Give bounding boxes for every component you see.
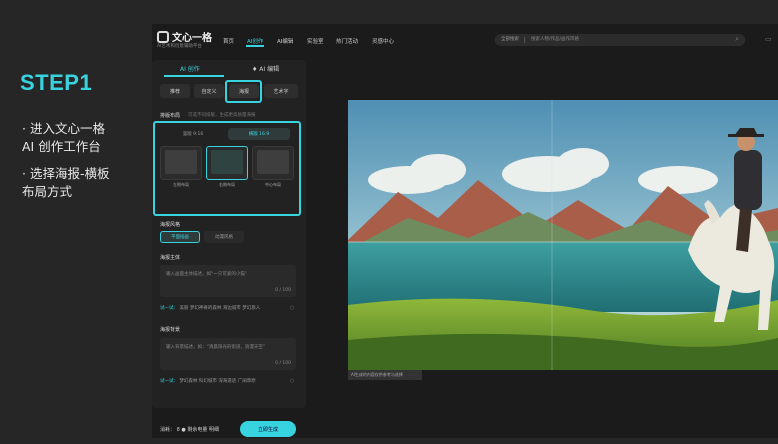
logo-title[interactable]: 文心一格 (172, 29, 212, 44)
layout-left[interactable]: 左侧布局 (160, 146, 202, 187)
generated-image (348, 100, 778, 370)
cost-value: 8 (176, 427, 180, 433)
app-window: 文心一格 AI艺术和创意辅助平台 首页 AI创作 AI编辑 实验室 热门活动 灵… (152, 24, 778, 438)
nav-inspiration[interactable]: 灵感中心 (372, 37, 394, 45)
instruction-1: · 进入文心一格 AI 创作工作台 (22, 120, 105, 156)
orientation-horizontal[interactable]: 横版 16:9 (228, 128, 290, 140)
tab-ai-edit[interactable]: ♦ AI 编辑 (252, 64, 279, 73)
background-tag[interactable]: 广阔草原 (238, 379, 256, 384)
tab-ai-create[interactable]: AI 创作 (180, 64, 200, 73)
layout-right-preview (211, 150, 243, 174)
layout-center[interactable]: 中心布局 (252, 146, 294, 187)
landscape-illustration (348, 100, 778, 370)
mode-custom-label: 自定义 (201, 88, 217, 95)
background-tag[interactable]: 科幻城市 (199, 379, 217, 384)
nav-ai-edit[interactable]: AI编辑 (277, 37, 293, 45)
background-placeholder: 输入背景描述，如：“清晨阳光的街道，浪漫天空” (166, 345, 266, 350)
subject-section-title: 海报主体 (160, 255, 181, 261)
orientation-vertical[interactable]: 竖版 9:16 (162, 128, 224, 140)
layout-left-label: 左侧布局 (173, 182, 189, 187)
subject-input[interactable]: 输入画面主体描述，如“一只可爱的小猫” 0 / 100 (160, 265, 296, 297)
logo-icon (157, 31, 169, 43)
background-tags-prefix: 试一试： (160, 379, 178, 384)
instruction-2-line1: · 选择海报-横板 (22, 166, 110, 181)
canvas-caption: AI生成的内容仅供参考与选择 (348, 370, 422, 380)
poster-highlight-box (225, 80, 262, 103)
orientation-vertical-label: 竖版 9:16 (182, 132, 204, 137)
layout-center-preview (257, 150, 289, 174)
nav-active-indicator (246, 45, 264, 47)
layout-right[interactable]: 右侧布局 (206, 146, 248, 187)
style-anime-label: 动漫风格 (215, 235, 233, 240)
search-divider (524, 37, 525, 43)
mode-art-text-label: 艺术字 (273, 88, 289, 95)
style-section-title: 海报风格 (160, 222, 181, 228)
subject-tag[interactable]: 梦幻旅人 (242, 306, 260, 311)
detail-link[interactable]: 明细 (209, 427, 219, 433)
subject-tags: 试一试： 美丽 梦幻神奇的森林 海边城市 梦幻旅人 (160, 305, 260, 311)
subject-count: 0 / 100 (275, 288, 291, 293)
top-bar: 文心一格 AI艺术和创意辅助平台 首页 AI创作 AI编辑 实验室 热门活动 灵… (152, 24, 778, 60)
subject-placeholder: 输入画面主体描述，如“一只可爱的小猫” (166, 272, 248, 277)
layout-section-subtitle: 可选不同排版，生成更高质量海报 (188, 113, 256, 118)
instruction-1-line2: AI 创作工作台 (22, 139, 101, 154)
energy-icon: ● (181, 427, 186, 433)
cost-info: 消耗： 8 ● 剩余电量 明细 (160, 426, 219, 433)
background-tag[interactable]: 梦幻森林 (179, 379, 197, 384)
mode-custom[interactable]: 自定义 (194, 84, 224, 98)
layout-section-title: 排版布局 (160, 113, 181, 119)
style-flat-label: 平面插画 (171, 235, 189, 240)
subject-tag[interactable]: 美丽 (179, 306, 188, 311)
style-anime[interactable]: 动漫风格 (204, 231, 244, 243)
style-flat-illustration[interactable]: 平面插画 (160, 231, 200, 243)
mode-recommend-label: 推荐 (169, 88, 180, 95)
side-panel: AI 创作 ♦ AI 编辑 推荐 自定义 海报 艺术字 排版布局 可选不同排版，… (152, 60, 306, 437)
nav-home[interactable]: 首页 (223, 37, 234, 45)
generate-button[interactable]: 立即生成 (240, 421, 296, 437)
search-icon[interactable]: ⌕ (735, 35, 739, 44)
background-tags: 试一试： 梦幻森林 科幻城市 深海遗迹 广阔草原 (160, 378, 256, 384)
search-input[interactable]: 搜索人物/作品/画作风格 (531, 36, 579, 42)
layout-right-label: 右侧布局 (219, 182, 235, 187)
background-count: 0 / 100 (275, 361, 291, 366)
refresh-icon[interactable]: ○ (290, 305, 294, 311)
nav-ai-create[interactable]: AI创作 (247, 37, 263, 45)
tab-active-indicator (164, 75, 224, 77)
orientation-horizontal-label: 横版 16:9 (248, 132, 270, 137)
instruction-1-line1: · 进入文心一格 (22, 121, 105, 136)
mode-art-text[interactable]: 艺术字 (264, 84, 298, 98)
subject-tag[interactable]: 海边城市 (223, 306, 241, 311)
logo-subtitle: AI艺术和创意辅助平台 (157, 44, 202, 49)
background-section-title: 海报背景 (160, 327, 181, 333)
subject-tag[interactable]: 梦幻神奇的森林 (190, 306, 222, 311)
background-input[interactable]: 输入背景描述，如：“清晨阳光的街道，浪漫天空” 0 / 100 (160, 338, 296, 370)
layout-center-label: 中心布局 (265, 182, 281, 187)
tab-ai-edit-label: AI 编辑 (259, 66, 280, 73)
step-title: STEP1 (20, 70, 93, 95)
cost-label: 消耗： (160, 427, 176, 433)
search-scope[interactable]: 全部搜索 (501, 36, 519, 42)
nav-lab[interactable]: 实验室 (307, 37, 324, 45)
balance-label: 剩余电量 (187, 427, 208, 433)
nav-events[interactable]: 热门活动 (336, 37, 358, 45)
folder-icon[interactable]: ▭ (765, 35, 772, 43)
layout-left-preview (165, 150, 197, 174)
instruction-2: · 选择海报-横板 布局方式 (22, 165, 109, 201)
generate-bar: 消耗： 8 ● 剩余电量 明细 立即生成 (152, 416, 306, 444)
instruction-2-line2: 布局方式 (22, 184, 73, 199)
background-tag[interactable]: 深海遗迹 (218, 379, 236, 384)
subject-tags-prefix: 试一试： (160, 306, 178, 311)
search-bar[interactable]: 全部搜索 搜索人物/作品/画作风格 ⌕ (495, 34, 745, 46)
mode-recommend[interactable]: 推荐 (160, 84, 190, 98)
refresh-icon[interactable]: ○ (290, 378, 294, 384)
